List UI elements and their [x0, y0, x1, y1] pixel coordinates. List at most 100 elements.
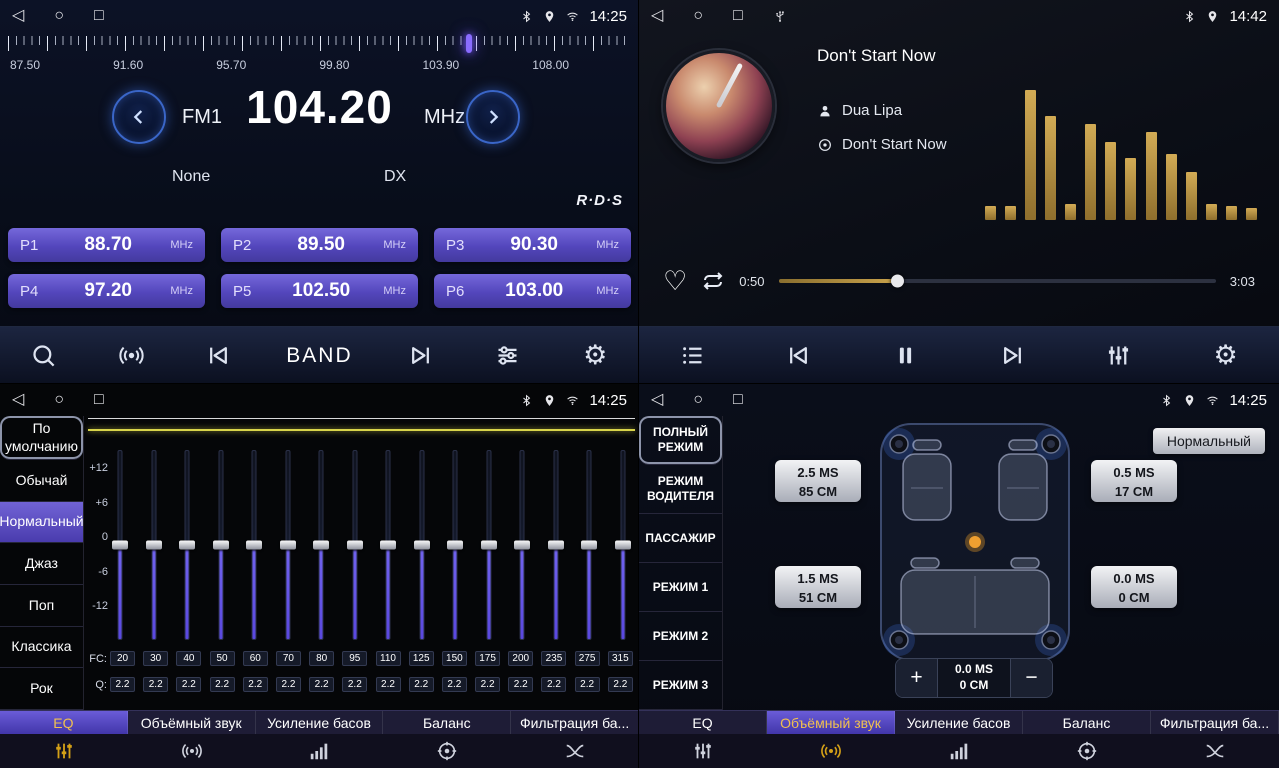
- delay-front-left[interactable]: 2.5 MS 85 CM: [775, 460, 861, 502]
- eq-band-slider[interactable]: [278, 450, 298, 640]
- eq-band-slider[interactable]: [211, 450, 231, 640]
- filter-tab-icon[interactable]: [1151, 734, 1279, 768]
- playlist-button[interactable]: [672, 335, 712, 377]
- eq-band-slider[interactable]: [244, 450, 264, 640]
- tune-down-button[interactable]: [112, 90, 166, 144]
- increase-delay-button[interactable]: +: [896, 659, 938, 697]
- balance-tab-icon[interactable]: [1023, 734, 1151, 768]
- slider-handle[interactable]: [280, 541, 296, 550]
- repeat-button[interactable]: [701, 269, 725, 293]
- nav-home-icon[interactable]: ○: [693, 8, 703, 24]
- eq-band-slider[interactable]: [345, 450, 365, 640]
- tab-surround[interactable]: Объёмный звук: [128, 711, 256, 734]
- filter-tab-icon[interactable]: [511, 734, 639, 768]
- tab-eq[interactable]: EQ: [0, 711, 128, 734]
- nav-recents-icon[interactable]: □: [94, 392, 104, 408]
- eq-band-slider[interactable]: [378, 450, 398, 640]
- mode-2[interactable]: РЕЖИМ 2: [639, 612, 722, 661]
- slider-handle[interactable]: [179, 541, 195, 550]
- tab-eq[interactable]: EQ: [639, 711, 767, 734]
- eq-preset-jazz[interactable]: Джаз: [0, 543, 83, 585]
- bass-tab-icon[interactable]: [256, 734, 384, 768]
- eq-tab-icon[interactable]: [0, 734, 128, 768]
- tab-balance[interactable]: Баланс: [1023, 711, 1151, 734]
- preset-button-p1[interactable]: P1 88.70 MHz: [8, 228, 205, 262]
- progress-thumb[interactable]: [891, 275, 904, 288]
- nav-home-icon[interactable]: ○: [54, 8, 64, 24]
- slider-handle[interactable]: [447, 541, 463, 550]
- eq-preset-rock[interactable]: Рок: [0, 668, 83, 710]
- slider-handle[interactable]: [246, 541, 262, 550]
- nav-recents-icon[interactable]: □: [733, 392, 743, 408]
- slider-handle[interactable]: [414, 541, 430, 550]
- nav-back-icon[interactable]: ◁: [12, 392, 24, 408]
- slider-handle[interactable]: [213, 541, 229, 550]
- eq-band-slider[interactable]: [311, 450, 331, 640]
- favorite-button[interactable]: ♡: [663, 268, 687, 295]
- sound-preset-button[interactable]: Нормальный: [1153, 428, 1265, 454]
- tab-balance[interactable]: Баланс: [383, 711, 511, 734]
- band-button[interactable]: BAND: [286, 335, 352, 377]
- eq-band-slider[interactable]: [177, 450, 197, 640]
- nav-back-icon[interactable]: ◁: [651, 8, 663, 24]
- eq-tab-icon[interactable]: [639, 734, 767, 768]
- nav-back-icon[interactable]: ◁: [12, 8, 24, 24]
- frequency-scale[interactable]: 87.5091.6095.7099.80103.90108.00: [8, 36, 631, 72]
- preset-button-p5[interactable]: P5 102.50 MHz: [221, 274, 418, 308]
- slider-handle[interactable]: [146, 541, 162, 550]
- eq-band-slider[interactable]: [512, 450, 532, 640]
- equalizer-button[interactable]: [488, 335, 528, 377]
- slider-handle[interactable]: [347, 541, 363, 550]
- decrease-delay-button[interactable]: −: [1010, 659, 1052, 697]
- slider-handle[interactable]: [380, 541, 396, 550]
- eq-preset-classic[interactable]: Классика: [0, 627, 83, 669]
- slider-handle[interactable]: [581, 541, 597, 550]
- mode-1[interactable]: РЕЖИМ 1: [639, 563, 722, 612]
- slider-handle[interactable]: [112, 541, 128, 550]
- eq-preset-default[interactable]: По умолчанию: [0, 416, 83, 460]
- stations-button[interactable]: [111, 335, 151, 377]
- tab-bass-boost[interactable]: Усиление басов: [895, 711, 1023, 734]
- nav-recents-icon[interactable]: □: [94, 8, 104, 24]
- nav-home-icon[interactable]: ○: [54, 392, 64, 408]
- delay-front-right[interactable]: 0.5 MS 17 CM: [1091, 460, 1177, 502]
- progress-bar[interactable]: [779, 279, 1216, 283]
- eq-band-slider[interactable]: [546, 450, 566, 640]
- preset-button-p2[interactable]: P2 89.50 MHz: [221, 228, 418, 262]
- mode-driver[interactable]: РЕЖИМ ВОДИТЕЛЯ: [639, 465, 722, 514]
- slider-handle[interactable]: [548, 541, 564, 550]
- settings-button[interactable]: ⚙: [1206, 335, 1246, 377]
- nav-home-icon[interactable]: ○: [693, 392, 703, 408]
- tab-bass-boost[interactable]: Усиление басов: [256, 711, 384, 734]
- eq-band-slider[interactable]: [479, 450, 499, 640]
- search-button[interactable]: [24, 335, 64, 377]
- eq-band-slider[interactable]: [110, 450, 130, 640]
- eq-preset-custom[interactable]: Обычай: [0, 460, 83, 502]
- settings-button[interactable]: ⚙: [575, 335, 615, 377]
- eq-preset-pop[interactable]: Поп: [0, 585, 83, 627]
- preset-button-p3[interactable]: P3 90.30 MHz: [434, 228, 631, 262]
- mode-3[interactable]: РЕЖИМ 3: [639, 661, 722, 710]
- bass-tab-icon[interactable]: [895, 734, 1023, 768]
- eq-band-slider[interactable]: [445, 450, 465, 640]
- preset-button-p4[interactable]: P4 97.20 MHz: [8, 274, 205, 308]
- eq-band-slider[interactable]: [144, 450, 164, 640]
- next-track-button[interactable]: [992, 335, 1032, 377]
- nav-recents-icon[interactable]: □: [733, 8, 743, 24]
- slider-handle[interactable]: [514, 541, 530, 550]
- balance-tab-icon[interactable]: [383, 734, 511, 768]
- slider-handle[interactable]: [615, 541, 631, 550]
- pause-button[interactable]: [886, 335, 926, 377]
- nav-back-icon[interactable]: ◁: [651, 392, 663, 408]
- preset-button-p6[interactable]: P6 103.00 MHz: [434, 274, 631, 308]
- previous-track-button[interactable]: [779, 335, 819, 377]
- delay-rear-left[interactable]: 1.5 MS 51 CM: [775, 566, 861, 608]
- slider-handle[interactable]: [313, 541, 329, 550]
- delay-rear-right[interactable]: 0.0 MS 0 CM: [1091, 566, 1177, 608]
- eq-band-slider[interactable]: [579, 450, 599, 640]
- mode-passenger[interactable]: ПАССАЖИР: [639, 514, 722, 563]
- tab-filter[interactable]: Фильтрация ба...: [511, 711, 639, 734]
- slider-handle[interactable]: [481, 541, 497, 550]
- surround-tab-icon[interactable]: [128, 734, 256, 768]
- eq-preset-normal[interactable]: Нормальный: [0, 502, 83, 544]
